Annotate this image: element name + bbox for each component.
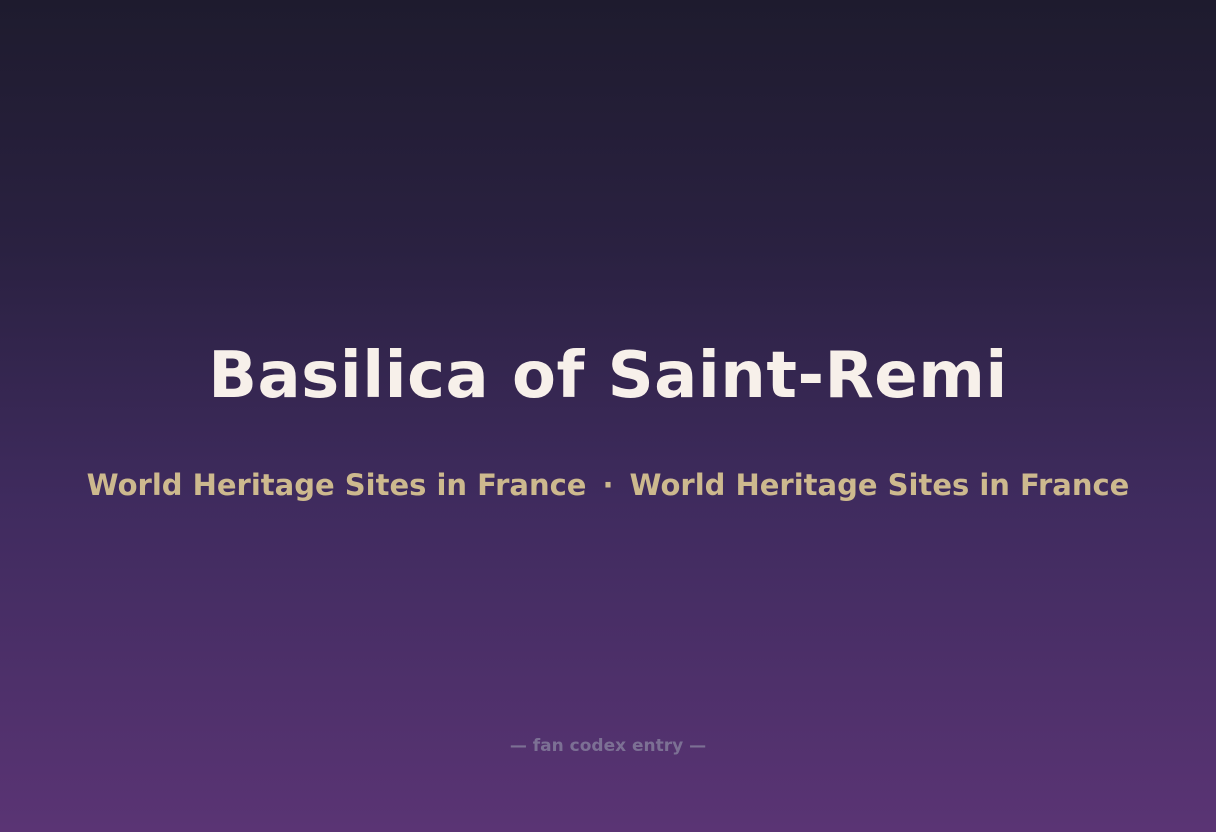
category-left: World Heritage Sites in France (86, 468, 587, 502)
category-line: World Heritage Sites in France · World Her… (0, 467, 1216, 503)
footer-caption: — fan codex entry — (509, 736, 707, 756)
page-title: Basilica of Saint-Remi (208, 339, 1008, 413)
separator-dot: · (602, 468, 614, 502)
category-right: World Heritage Sites in France (629, 468, 1130, 502)
